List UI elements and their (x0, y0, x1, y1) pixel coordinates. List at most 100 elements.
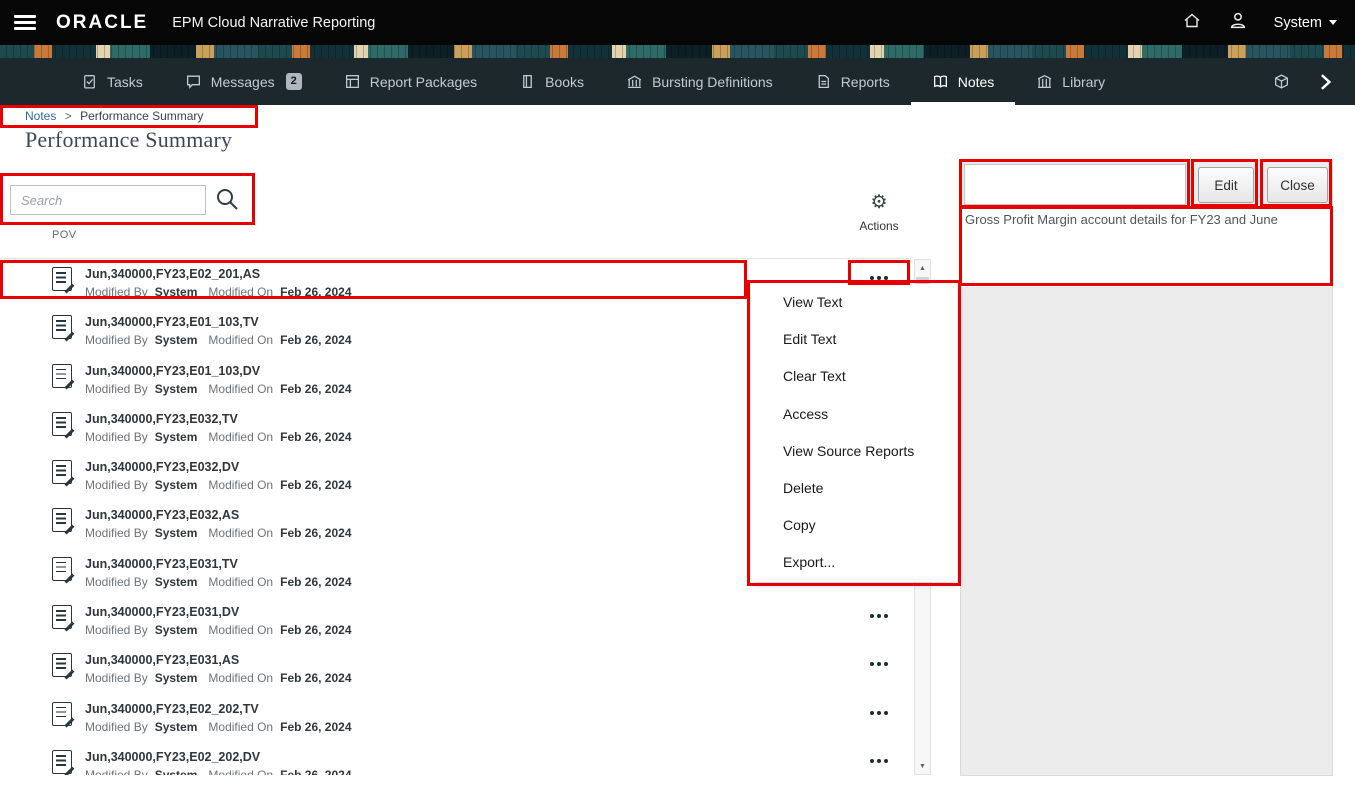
tab-tasks[interactable]: Tasks (60, 58, 164, 105)
modified-on-value: Feb 26, 2024 (280, 575, 351, 589)
user-menu-label: System (1274, 15, 1322, 31)
scroll-up-button[interactable]: ▲ (915, 260, 930, 276)
tab-packages-overflow[interactable] (1260, 58, 1303, 105)
menu-item-view-source-reports[interactable]: View Source Reports (751, 433, 957, 470)
tab-label: Library (1062, 74, 1105, 90)
nav-right (1260, 58, 1347, 105)
note-icon (52, 605, 72, 629)
topbar-actions: System (1182, 11, 1337, 34)
tab-notes[interactable]: Notes (911, 58, 1016, 105)
system-user-menu[interactable]: System (1274, 15, 1337, 31)
modified-by-value: System (155, 623, 198, 637)
library-icon (1036, 73, 1053, 90)
tab-reports[interactable]: Reports (794, 58, 911, 105)
row-actions-menu-button[interactable] (864, 708, 894, 718)
messages-count-badge: 2 (286, 73, 302, 90)
menu-item-delete[interactable]: Delete (751, 470, 957, 507)
note-title: Jun,340000,FY23,E031,DV (85, 605, 363, 619)
tab-label: Messages (211, 74, 275, 90)
modified-by-label: Modified By (85, 768, 148, 775)
note-icon (52, 267, 72, 291)
modified-on-value: Feb 26, 2024 (280, 671, 351, 685)
row-actions-menu-button[interactable] (864, 659, 894, 669)
menu-item-clear-text[interactable]: Clear Text (751, 358, 957, 395)
tab-report-packages[interactable]: Report Packages (323, 58, 498, 105)
note-list-item[interactable]: Jun,340000,FY23,E031,DV Modified BySyste… (0, 601, 912, 649)
tab-label: Report Packages (370, 74, 477, 90)
search-input[interactable] (10, 185, 206, 215)
nav-expand-button[interactable] (1303, 58, 1347, 105)
chevron-right-icon (1315, 72, 1335, 92)
note-title: Jun,340000,FY23,E031,TV (85, 557, 363, 571)
note-title: Jun,340000,FY23,E02_201,AS (85, 267, 363, 281)
note-list-item[interactable]: Jun,340000,FY23,E02_202,TV Modified BySy… (0, 698, 912, 746)
report-packages-icon (344, 73, 361, 90)
tab-label: Reports (841, 74, 890, 90)
notes-icon (932, 73, 949, 90)
menu-item-access[interactable]: Access (751, 396, 957, 433)
breadcrumb-separator: > (65, 109, 72, 123)
modified-on-value: Feb 26, 2024 (280, 720, 351, 734)
row-actions-menu-button[interactable] (864, 756, 894, 766)
note-name-input[interactable] (964, 164, 1186, 205)
tab-messages[interactable]: Messages 2 (164, 58, 323, 105)
row-actions-menu-button[interactable] (864, 611, 894, 621)
modified-on-value: Feb 26, 2024 (280, 382, 351, 396)
decorative-banner (0, 45, 1355, 58)
menu-item-copy[interactable]: Copy (751, 507, 957, 544)
tab-books[interactable]: Books (498, 58, 605, 105)
note-body-text: Gross Profit Margin account details for … (961, 208, 1332, 287)
user-button[interactable] (1228, 11, 1248, 34)
note-title: Jun,340000,FY23,E032,DV (85, 460, 363, 474)
tab-label: Tasks (107, 74, 143, 90)
modified-on-label: Modified On (208, 720, 273, 734)
note-icon (52, 460, 72, 484)
modified-by-value: System (155, 382, 198, 396)
modified-by-label: Modified By (85, 285, 148, 299)
breadcrumb-link-notes[interactable]: Notes (25, 109, 56, 123)
tab-library[interactable]: Library (1015, 58, 1126, 105)
edit-button[interactable]: Edit (1198, 167, 1254, 203)
modified-on-value: Feb 26, 2024 (280, 623, 351, 637)
modified-by-label: Modified By (85, 526, 148, 540)
actions-menu-button[interactable]: ⚙ Actions (854, 192, 904, 233)
note-title: Jun,340000,FY23,E032,TV (85, 412, 363, 426)
gear-icon: ⚙ (854, 192, 904, 214)
tab-label: Books (545, 74, 584, 90)
hamburger-menu-button[interactable] (14, 15, 36, 30)
tab-bursting-definitions[interactable]: Bursting Definitions (605, 58, 794, 105)
note-title: Jun,340000,FY23,E031,AS (85, 653, 363, 667)
tasks-icon (81, 73, 98, 90)
row-actions-menu-button[interactable] (864, 273, 894, 283)
scroll-down-button[interactable]: ▼ (915, 758, 930, 774)
modified-on-value: Feb 26, 2024 (280, 478, 351, 492)
messages-icon (185, 73, 202, 90)
search-button[interactable] (213, 186, 241, 214)
modified-on-label: Modified On (208, 478, 273, 492)
modified-by-label: Modified By (85, 382, 148, 396)
menu-item-view-text[interactable]: View Text (751, 284, 957, 321)
note-icon (52, 364, 72, 388)
modified-on-label: Modified On (208, 382, 273, 396)
note-list-item[interactable]: Jun,340000,FY23,E031,AS Modified BySyste… (0, 649, 912, 697)
close-button[interactable]: Close (1267, 167, 1328, 203)
modified-on-value: Feb 26, 2024 (280, 526, 351, 540)
tab-label: Notes (958, 74, 995, 90)
oracle-logo: ORACLE (56, 12, 148, 34)
main-nav: Tasks Messages 2 Report Packages Books B… (0, 58, 1355, 105)
modified-on-value: Feb 26, 2024 (280, 333, 351, 347)
menu-item-edit-text[interactable]: Edit Text (751, 321, 957, 358)
note-title: Jun,340000,FY23,E032,AS (85, 508, 363, 522)
note-list-item[interactable]: Jun,340000,FY23,E02_202,DV Modified BySy… (0, 746, 912, 775)
note-icon (52, 412, 72, 436)
modified-on-label: Modified On (208, 333, 273, 347)
note-detail-panel: Edit Close Gross Profit Margin account d… (960, 160, 1333, 776)
application-window: ORACLE EPM Cloud Narrative Reporting Sys… (0, 0, 1355, 790)
modified-on-value: Feb 26, 2024 (280, 768, 351, 775)
note-icon (52, 750, 72, 774)
search-icon (214, 186, 240, 212)
modified-by-value: System (155, 285, 198, 299)
home-button[interactable] (1182, 11, 1202, 34)
modified-on-label: Modified On (208, 285, 273, 299)
menu-item-export[interactable]: Export... (751, 544, 957, 581)
